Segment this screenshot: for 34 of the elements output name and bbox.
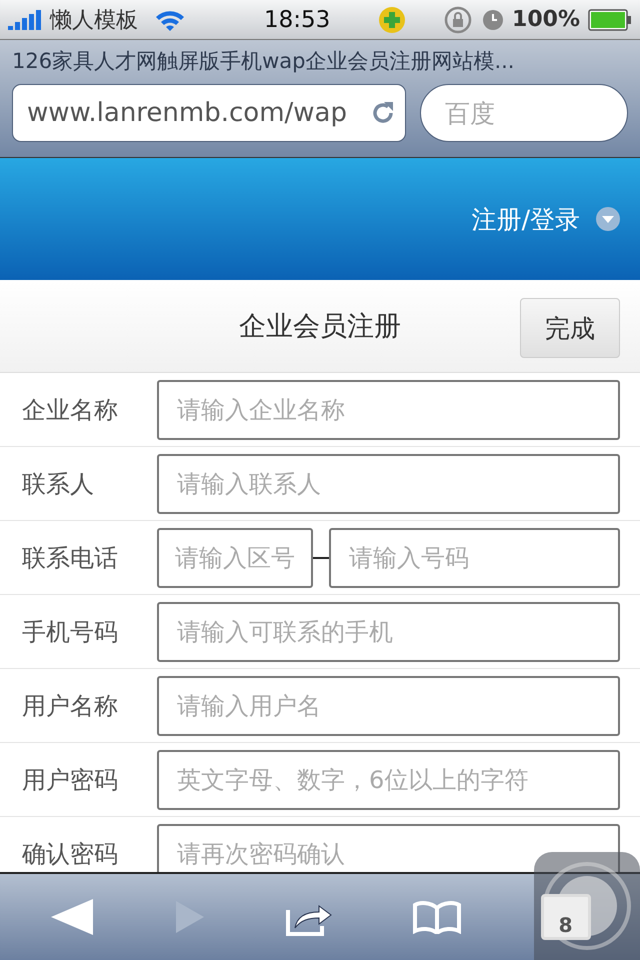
- address-field[interactable]: www.lanrenmb.com/wap: [12, 84, 406, 142]
- field-label: 用户名称: [22, 690, 119, 722]
- book-icon[interactable]: [412, 900, 462, 934]
- field-label: 联系电话: [22, 542, 119, 574]
- input-field[interactable]: 请输入可联系的手机: [157, 602, 620, 662]
- field-label: 联系人: [22, 468, 95, 500]
- carrier-name: 懒人模板: [50, 6, 138, 34]
- input-field[interactable]: 请输入用户名: [157, 676, 620, 736]
- field-label: 企业名称: [22, 394, 119, 426]
- field-label: 确认密码: [22, 838, 119, 870]
- battery-icon: [588, 8, 632, 30]
- assistive-touch-button[interactable]: [534, 852, 640, 960]
- input-field[interactable]: 请输入号码: [329, 528, 620, 588]
- clock-time: 18:53: [264, 6, 330, 32]
- input-field[interactable]: 请输入联系人: [157, 454, 620, 514]
- input-field[interactable]: 请再次密码确认: [157, 824, 620, 872]
- login-menu[interactable]: 注册/登录: [472, 202, 620, 236]
- form-title: 企业会员注册: [239, 310, 401, 344]
- dash-line: [313, 556, 329, 558]
- input-field[interactable]: 请输入企业名称: [157, 380, 620, 440]
- search-field[interactable]: 百度: [420, 84, 628, 142]
- dropdown-icon: [596, 207, 620, 231]
- tabs-button[interactable]: 8: [540, 894, 591, 940]
- field-label: 手机号码: [22, 616, 119, 648]
- page-title: 126家具人才网触屏版手机wap企业会员注册网站模...: [12, 48, 516, 75]
- done-button[interactable]: 完成: [520, 298, 620, 358]
- signal-icon: [8, 10, 42, 30]
- alarm-clock-icon: [482, 8, 504, 30]
- battery-percent: 100%: [512, 7, 580, 32]
- input-field[interactable]: 请输入区号: [157, 528, 313, 588]
- back-icon[interactable]: [49, 898, 96, 936]
- field-label: 用户密码: [22, 764, 119, 796]
- plus-badge-icon: [378, 6, 406, 34]
- input-field[interactable]: 英文字母、数字，6位以上的字符: [157, 750, 620, 810]
